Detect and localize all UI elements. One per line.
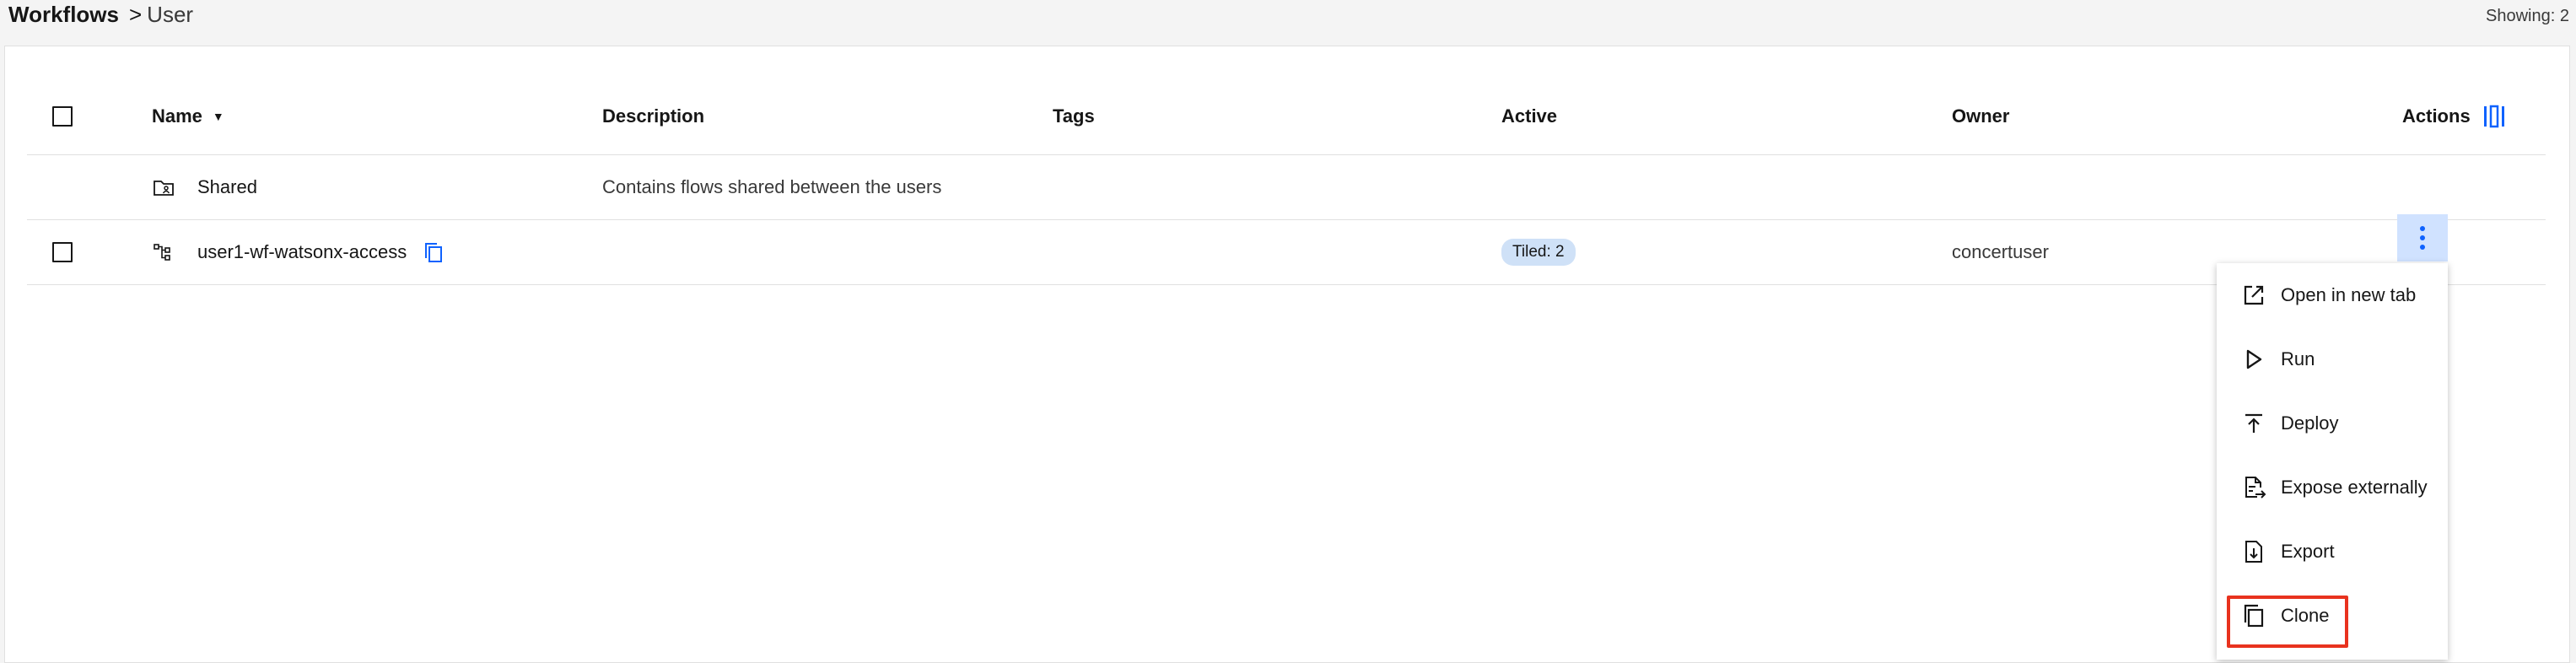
menu-item-open-in-new-tab[interactable]: Open in new tab <box>2217 263 2448 327</box>
column-header-description: Description <box>602 105 705 127</box>
column-settings-icon[interactable] <box>2482 104 2506 129</box>
menu-item-run[interactable]: Run <box>2217 327 2448 391</box>
menu-item-deploy[interactable]: Deploy <box>2217 391 2448 455</box>
breadcrumb: Workflows > User <box>8 2 193 28</box>
showing-count: Showing: 2 <box>2486 7 2569 25</box>
clone-highlight-box <box>2227 596 2348 648</box>
overflow-menu-button[interactable] <box>2397 214 2448 261</box>
column-header-actions: Actions <box>2402 78 2506 154</box>
column-header-name-label: Name <box>152 105 202 127</box>
copy-icon[interactable] <box>422 240 445 264</box>
top-bar: Workflows > User Showing: 2 <box>0 0 2576 34</box>
column-header-tags: Tags <box>1053 105 1095 127</box>
export-icon <box>2245 541 2262 563</box>
folder-shared-icon <box>154 181 174 196</box>
breadcrumb-separator: > <box>128 2 143 27</box>
column-header-actions-label: Actions <box>2402 105 2471 127</box>
expose-icon <box>2245 477 2266 499</box>
row-owner: concertuser <box>1952 241 2049 262</box>
overflow-menu-icon <box>2420 226 2425 250</box>
menu-item-export[interactable]: Export <box>2217 520 2448 584</box>
sort-descending-icon[interactable]: ▼ <box>213 110 224 123</box>
workflows-panel: Name ▼ Description Tags Active Owner Act… <box>4 46 2570 663</box>
deploy-icon <box>2245 413 2262 433</box>
row-name[interactable]: Shared <box>197 176 257 198</box>
workflows-table: Name ▼ Description Tags Active Owner Act… <box>27 78 2546 285</box>
column-header-owner: Owner <box>1952 105 2010 127</box>
row-name[interactable]: user1-wf-watsonx-access <box>197 241 407 263</box>
breadcrumb-workflows[interactable]: Workflows <box>8 2 119 28</box>
select-all-checkbox[interactable] <box>52 106 73 127</box>
column-header-name[interactable]: Name ▼ <box>152 78 224 154</box>
launch-icon <box>2244 285 2264 305</box>
menu-item-expose-externally[interactable]: Expose externally <box>2217 455 2448 520</box>
row-checkbox[interactable] <box>52 242 73 262</box>
column-header-active: Active <box>1501 105 1558 127</box>
status-badge: Tiled: 2 <box>1501 239 1576 266</box>
table-row[interactable]: Shared Contains flows shared between the… <box>27 155 2546 220</box>
workflow-icon <box>154 244 170 261</box>
table-header-row: Name ▼ Description Tags Active Owner Act… <box>27 78 2546 155</box>
table-row[interactable]: user1-wf-watsonx-access Tiled: 2 concert… <box>27 220 2546 285</box>
row-description: Contains flows shared between the users <box>602 176 942 197</box>
play-icon <box>2246 349 2262 369</box>
breadcrumb-current: User <box>147 2 194 27</box>
